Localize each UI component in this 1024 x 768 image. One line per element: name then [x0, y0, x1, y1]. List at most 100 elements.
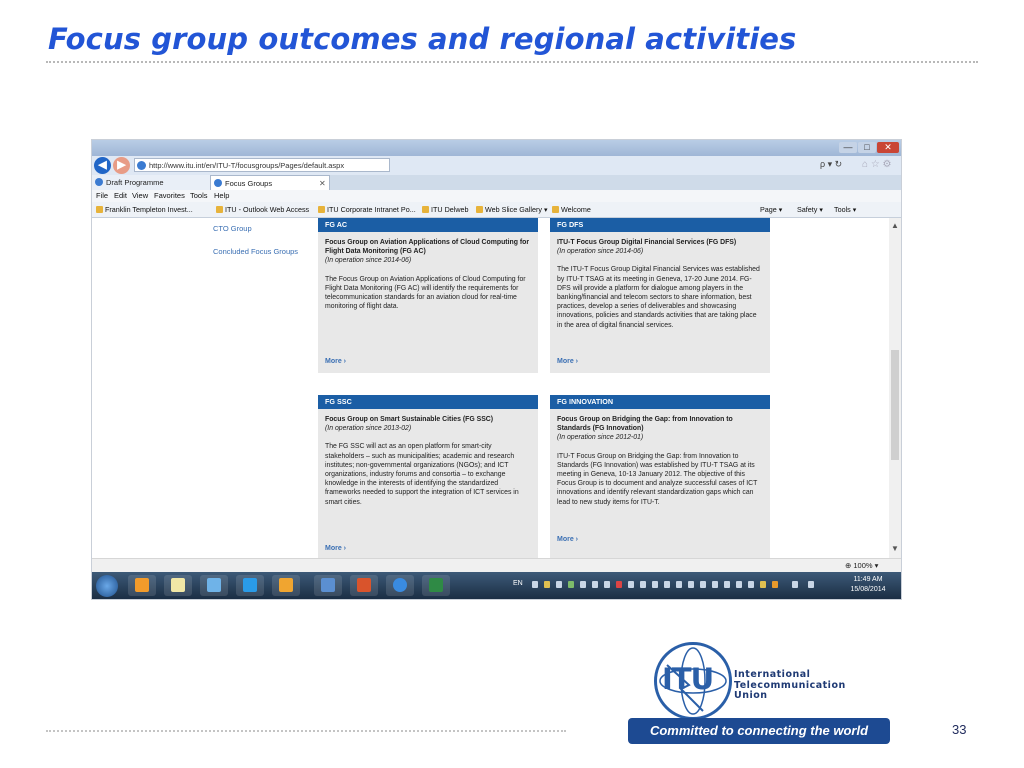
tab-focus-groups[interactable]: Focus Groups ✕	[210, 175, 330, 190]
tray-icon[interactable]	[760, 581, 766, 588]
internet-explorer-icon	[393, 578, 407, 592]
scroll-down-icon[interactable]: ▼	[891, 544, 899, 553]
communicator-icon	[321, 578, 335, 592]
menu-tools[interactable]: Tools	[190, 190, 208, 202]
menu-favorites[interactable]: Favorites	[154, 190, 185, 202]
tray-icon[interactable]	[544, 581, 550, 588]
card-header[interactable]: FG INNOVATION	[550, 395, 770, 409]
close-tab-icon[interactable]: ✕	[319, 176, 326, 191]
skype-icon	[243, 578, 257, 592]
taskbar-app-powerpoint[interactable]	[350, 575, 378, 596]
close-window-button[interactable]: ✕	[877, 142, 899, 153]
tray-icon[interactable]	[640, 581, 646, 588]
menu-help[interactable]: Help	[214, 190, 229, 202]
tray-icon[interactable]	[592, 581, 598, 588]
window-titlebar: — □ ✕	[92, 140, 901, 156]
maximize-button[interactable]: □	[858, 142, 876, 153]
home-star-gear-icons[interactable]: ⌂ ☆ ⚙	[862, 159, 892, 170]
minimize-button[interactable]: —	[839, 142, 857, 153]
ie-page-icon	[318, 206, 325, 213]
favorite-item[interactable]: ITU Corporate Intranet Po...	[318, 202, 416, 217]
tray-icon[interactable]	[712, 581, 718, 588]
tray-icon[interactable]	[724, 581, 730, 588]
footer-divider	[46, 730, 566, 732]
card-fg-dfs: FG DFS ITU-T Focus Group Digital Financi…	[550, 218, 770, 373]
tray-icon[interactable]	[664, 581, 670, 588]
zoom-level[interactable]: ⊕ 100% ▾	[845, 561, 878, 570]
favorite-item[interactable]: Franklin Templeton Invest...	[96, 202, 193, 217]
tray-icon[interactable]	[748, 581, 754, 588]
excel-icon	[429, 578, 443, 592]
volume-icon[interactable]	[808, 581, 814, 588]
menu-view[interactable]: View	[132, 190, 148, 202]
taskbar-app-notes[interactable]	[164, 575, 192, 596]
card-title: Focus Group on Bridging the Gap: from In…	[557, 416, 733, 433]
windows-start-button[interactable]	[96, 575, 118, 597]
tray-icon[interactable]	[556, 581, 562, 588]
taskbar-app-outlook[interactable]	[272, 575, 300, 596]
page-menu[interactable]: Page ▾	[760, 202, 782, 217]
taskbar-clock[interactable]: 11:49 AM 15/08/2014	[844, 575, 892, 595]
ie-page-icon	[137, 161, 146, 170]
tray-icon[interactable]	[616, 581, 622, 588]
itu-logo: ITU International Telecommunication Unio…	[626, 634, 892, 746]
more-link[interactable]: More ›	[325, 358, 346, 365]
sidebar-link-concluded-focus-groups[interactable]: Concluded Focus Groups	[213, 247, 298, 256]
more-link[interactable]: More ›	[325, 545, 346, 552]
tray-icon[interactable]	[652, 581, 658, 588]
taskbar-app-internet-explorer[interactable]	[386, 575, 414, 596]
arrow-right-icon: ▶	[117, 159, 126, 171]
tray-icon[interactable]	[568, 581, 574, 588]
explorer-icon	[207, 578, 221, 592]
card-since: (In operation since 2014-06)	[325, 257, 412, 265]
card-title: ITU-T Focus Group Digital Financial Serv…	[557, 239, 737, 246]
more-link[interactable]: More ›	[557, 536, 578, 543]
menu-edit[interactable]: Edit	[114, 190, 127, 202]
card-header[interactable]: FG DFS	[550, 218, 770, 232]
forward-button[interactable]: ▶	[113, 157, 130, 174]
back-button[interactable]: ◀	[94, 157, 111, 174]
tray-icon[interactable]	[628, 581, 634, 588]
tab-draft-programme[interactable]: Draft Programme	[92, 175, 210, 190]
url-input[interactable]: http://www.itu.int/en/ITU-T/focusgroups/…	[134, 158, 390, 172]
card-body: Focus Group on Aviation Applications of …	[318, 232, 538, 311]
vertical-scrollbar[interactable]: ▲ ▼	[889, 218, 901, 558]
more-link[interactable]: More ›	[557, 358, 578, 365]
favorite-item[interactable]: ITU Delweb	[422, 202, 469, 217]
card-fg-ssc: FG SSC Focus Group on Smart Sustainable …	[318, 395, 538, 558]
card-header[interactable]: FG SSC	[318, 395, 538, 409]
sidebar-link-cto-group[interactable]: CTO Group	[213, 224, 252, 233]
tab-bar: Draft Programme Focus Groups ✕	[92, 175, 901, 190]
tray-icon[interactable]	[736, 581, 742, 588]
tray-icon[interactable]	[580, 581, 586, 588]
taskbar-app-media-player[interactable]	[128, 575, 156, 596]
tray-icon[interactable]	[676, 581, 682, 588]
safety-menu[interactable]: Safety ▾	[797, 202, 823, 217]
card-description: ITU-T Focus Group on Bridging the Gap: f…	[557, 452, 758, 506]
tab-label: Draft Programme	[106, 178, 164, 187]
search-refresh-controls[interactable]: ρ ▾ ↻	[820, 159, 842, 170]
scroll-thumb[interactable]	[891, 350, 899, 460]
scroll-up-icon[interactable]: ▲	[891, 221, 899, 230]
taskbar-app-communicator[interactable]	[314, 575, 342, 596]
taskbar-app-excel[interactable]	[422, 575, 450, 596]
tools-menu[interactable]: Tools ▾	[834, 202, 856, 217]
favorite-item[interactable]: Web Slice Gallery ▾	[476, 202, 548, 217]
language-indicator[interactable]: EN	[513, 580, 523, 587]
tray-icon[interactable]	[604, 581, 610, 588]
taskbar-app-explorer[interactable]	[200, 575, 228, 596]
favorite-item[interactable]: ITU - Outlook Web Access	[216, 202, 309, 217]
media-player-icon	[135, 578, 149, 592]
favorite-item[interactable]: Welcome	[552, 202, 591, 217]
card-header[interactable]: FG AC	[318, 218, 538, 232]
menu-file[interactable]: File	[96, 190, 108, 202]
tray-icon[interactable]	[532, 581, 538, 588]
network-icon[interactable]	[792, 581, 798, 588]
taskbar-app-skype[interactable]	[236, 575, 264, 596]
powerpoint-icon	[357, 578, 371, 592]
tray-icon[interactable]	[688, 581, 694, 588]
favorites-star-icon	[96, 206, 103, 213]
tray-icon[interactable]	[700, 581, 706, 588]
address-bar: ◀ ▶ http://www.itu.int/en/ITU-T/focusgro…	[92, 156, 901, 175]
tray-icon[interactable]	[772, 581, 778, 588]
